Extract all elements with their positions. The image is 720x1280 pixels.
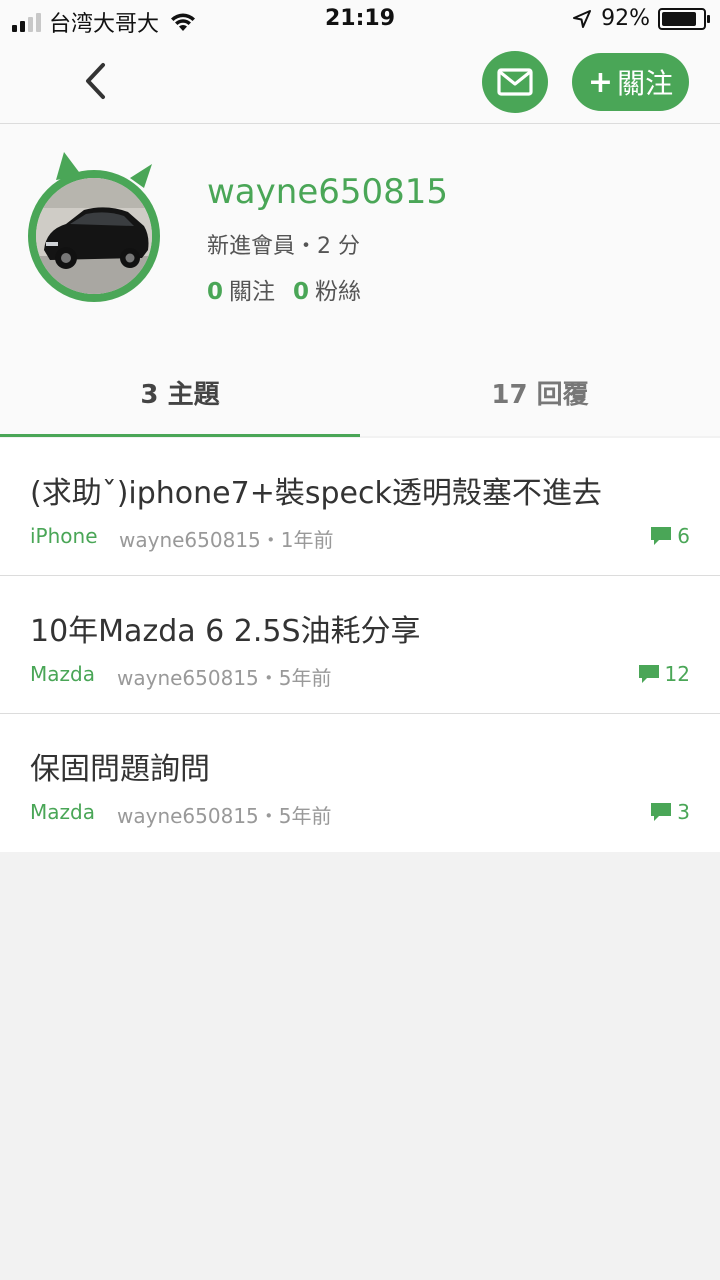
post-title[interactable]: 10年Mazda 6 2.5S油耗分享 bbox=[30, 606, 421, 650]
post-meta: wayne650815・1年前 bbox=[119, 528, 334, 552]
reply-count-value: 6 bbox=[677, 524, 690, 548]
post-title[interactable]: (求助ˇ)iphone7+裝speck透明殼塞不進去 bbox=[30, 468, 602, 512]
following-label[interactable]: 關注 bbox=[229, 279, 275, 305]
battery-icon bbox=[658, 7, 710, 30]
nav-bar: + 關注 bbox=[0, 40, 720, 124]
reply-count: 12 bbox=[638, 662, 690, 686]
followers-label[interactable]: 粉絲 bbox=[315, 279, 361, 305]
tab-topics[interactable]: 3 主題 bbox=[0, 374, 360, 436]
member-level: 新進會員・2 分 bbox=[207, 234, 360, 259]
username: wayne650815 bbox=[207, 172, 449, 212]
car-photo bbox=[36, 178, 152, 294]
post-meta: wayne650815・5年前 bbox=[117, 666, 332, 690]
reply-count-value: 3 bbox=[677, 800, 690, 824]
avatar bbox=[28, 170, 160, 302]
list-item[interactable]: 保固問題詢問 Mazda wayne650815・5年前 3 bbox=[0, 714, 720, 852]
tab-replies[interactable]: 17 回覆 bbox=[360, 374, 720, 436]
comment-icon bbox=[651, 803, 672, 821]
reply-count: 6 bbox=[650, 524, 690, 548]
post-tag[interactable]: iPhone bbox=[30, 524, 98, 548]
comment-icon bbox=[638, 665, 659, 683]
battery-area: 92% bbox=[573, 6, 710, 31]
follow-button[interactable]: + 關注 bbox=[572, 53, 689, 111]
list-item[interactable]: (求助ˇ)iphone7+裝speck透明殼塞不進去 iPhone wayne6… bbox=[0, 438, 720, 576]
list-item[interactable]: 10年Mazda 6 2.5S油耗分享 Mazda wayne650815・5年… bbox=[0, 576, 720, 714]
reply-count: 3 bbox=[650, 800, 690, 824]
post-meta: wayne650815・5年前 bbox=[117, 804, 332, 828]
post-tag[interactable]: Mazda bbox=[30, 662, 95, 686]
following-count: 0 bbox=[207, 279, 224, 305]
mail-icon bbox=[497, 68, 533, 96]
battery-percent: 92% bbox=[601, 6, 650, 31]
avatar-frame[interactable] bbox=[28, 150, 164, 302]
reply-count-value: 12 bbox=[664, 662, 690, 686]
tab-indicator bbox=[0, 434, 360, 437]
follow-label: 關注 bbox=[617, 67, 674, 100]
chevron-left-icon bbox=[86, 63, 105, 99]
post-tag[interactable]: Mazda bbox=[30, 800, 95, 824]
status-bar: 台湾大哥大 21:19 92% bbox=[0, 0, 720, 40]
plus-icon: + bbox=[587, 64, 614, 100]
profile-header: wayne650815 新進會員・2 分 0 關注 0 粉絲 3 主題 17 回覆 bbox=[0, 124, 720, 437]
message-button[interactable] bbox=[482, 51, 548, 113]
comment-icon bbox=[651, 527, 672, 545]
location-arrow-icon bbox=[573, 9, 592, 28]
post-title[interactable]: 保固問題詢問 bbox=[30, 744, 210, 788]
topic-list: (求助ˇ)iphone7+裝speck透明殼塞不進去 iPhone wayne6… bbox=[0, 438, 720, 852]
back-button[interactable] bbox=[72, 56, 122, 106]
followers-count: 0 bbox=[293, 279, 310, 305]
follow-stats: 0 關注 0 粉絲 bbox=[207, 272, 361, 306]
